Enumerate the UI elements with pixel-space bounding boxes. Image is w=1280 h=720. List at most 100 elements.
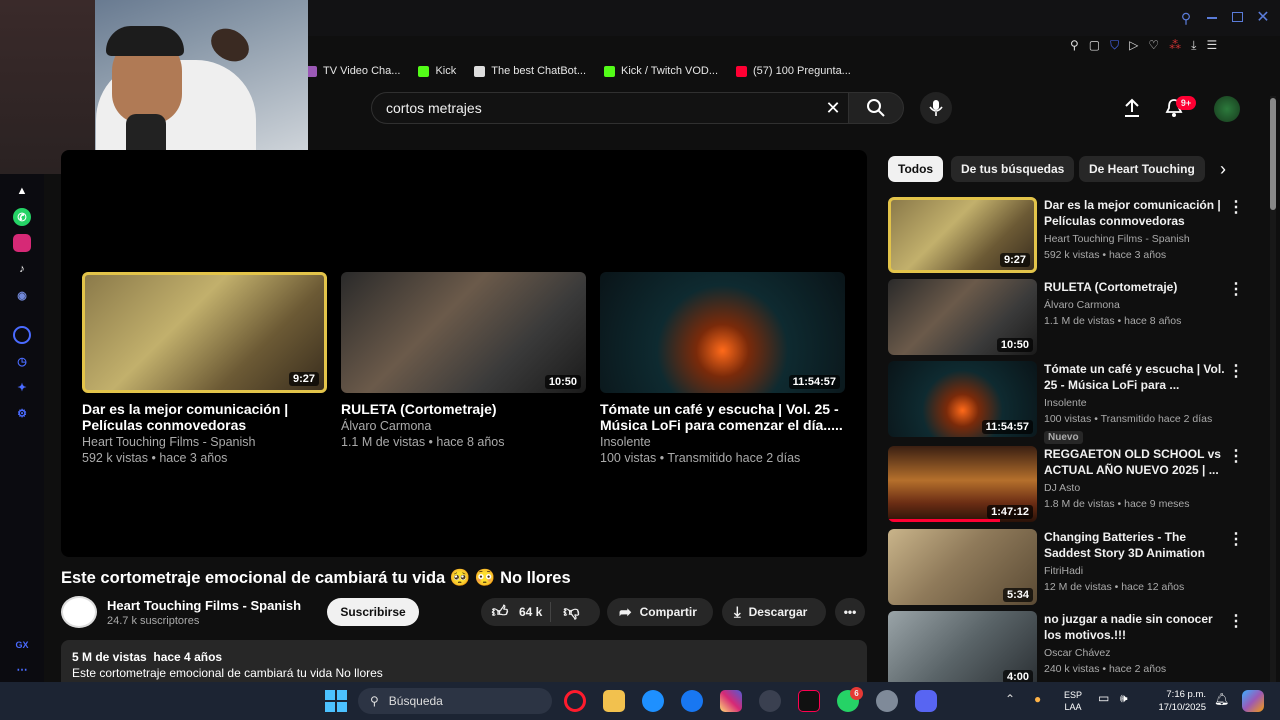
history-icon[interactable]: ◷ — [13, 352, 31, 370]
tiktok-icon[interactable]: ♪ — [13, 260, 31, 278]
chip-1[interactable]: De tus búsquedas — [951, 156, 1075, 182]
voice-search-button[interactable] — [920, 92, 952, 124]
heart-icon[interactable]: ♡ — [1148, 38, 1159, 52]
more-options-icon[interactable]: ⋮ — [1228, 197, 1244, 217]
tiktok-icon[interactable] — [798, 690, 820, 712]
play-icon[interactable]: ▷ — [1129, 38, 1138, 52]
windows-start-icon[interactable] — [325, 690, 347, 712]
description-box[interactable]: 5 M de vistas hace 4 años Este cortometr… — [61, 640, 867, 682]
avatar[interactable] — [1214, 96, 1240, 122]
related-text[interactable]: Dar es la mejor comunicación | Películas… — [1044, 197, 1230, 263]
related-title[interactable]: Dar es la mejor comunicación | Películas… — [1044, 197, 1230, 229]
related-channel[interactable]: FitriHadi — [1044, 563, 1230, 579]
close-icon[interactable]: ✕ — [1255, 8, 1271, 26]
network-icon[interactable]: ▭ — [1098, 691, 1109, 705]
related-video[interactable]: 1:47:12 REGGAETON OLD SCHOOL vs ACTUAL AÑ… — [888, 446, 1258, 522]
copilot-icon[interactable] — [1242, 690, 1264, 712]
facebook-icon[interactable] — [681, 690, 703, 712]
download-button[interactable]: ⤓ Descargar — [722, 598, 826, 626]
language-indicator[interactable]: ESP LAA — [1058, 689, 1088, 713]
settings-icon[interactable]: ⚙ — [13, 404, 31, 422]
endscreen-thumbnail[interactable]: 10:50 — [341, 272, 586, 393]
more-options-icon[interactable]: ⋮ — [1228, 611, 1244, 631]
related-title[interactable]: no juzgar a nadie sin conocer los motivo… — [1044, 611, 1230, 643]
gx-icon[interactable]: GX — [13, 636, 31, 654]
endscreen-thumbnail[interactable]: 9:27 — [82, 272, 327, 393]
related-title[interactable]: Changing Batteries - The Saddest Story 3… — [1044, 529, 1230, 561]
endscreen-channel[interactable]: Insolente — [600, 435, 845, 451]
related-video[interactable]: 9:27 Dar es la mejor comunicación | Pelíc… — [888, 197, 1258, 273]
more-options-icon[interactable]: ⋮ — [1228, 279, 1244, 299]
clear-search-icon[interactable]: ✕ — [822, 97, 844, 119]
related-video[interactable]: 11:54:57 Tómate un café y escucha | Vol. … — [888, 361, 1258, 444]
volume-icon[interactable]: 🕪︎ — [1120, 691, 1128, 706]
bookmark-item[interactable]: Kick / Twitch VOD... — [604, 65, 718, 77]
related-channel[interactable]: Heart Touching Films - Spanish — [1044, 231, 1230, 247]
related-video[interactable]: 10:50 RULETA (Cortometraje) Álvaro Carmona… — [888, 279, 1258, 355]
subscribe-button[interactable]: Suscribirse — [327, 598, 419, 626]
related-channel[interactable]: Álvaro Carmona — [1044, 297, 1230, 313]
related-title[interactable]: REGGAETON OLD SCHOOL vs ACTUAL AÑO NUEVO… — [1044, 446, 1230, 478]
more-options-icon[interactable]: ⋮ — [1228, 361, 1244, 381]
bookmark-item[interactable]: (57) 100 Pregunta... — [736, 65, 851, 77]
notification-bell-icon[interactable]: 🔔︎ — [1214, 692, 1229, 706]
extension-icon[interactable]: ⁂ — [1169, 38, 1181, 52]
settings-icon[interactable] — [876, 690, 898, 712]
related-thumbnail[interactable]: 5:34 — [888, 529, 1037, 605]
endscreen-channel[interactable]: Álvaro Carmona — [341, 419, 586, 435]
upload-button[interactable] — [1120, 96, 1144, 120]
discord-icon[interactable] — [915, 690, 937, 712]
download-icon[interactable]: ⤓ — [1191, 38, 1196, 53]
scrollbar-thumb[interactable] — [1270, 98, 1276, 210]
search-icon[interactable]: ⚲ — [1178, 10, 1194, 26]
menu-icon[interactable]: ☰ — [1206, 38, 1217, 52]
opera-gx-icon[interactable] — [564, 690, 586, 712]
dislike-icon[interactable]: 👎︎ — [551, 603, 591, 622]
related-text[interactable]: Changing Batteries - The Saddest Story 3… — [1044, 529, 1230, 595]
bookmark-item[interactable]: TV Video Cha... — [306, 65, 400, 77]
like-count[interactable]: 64 k — [519, 605, 542, 619]
channel-avatar[interactable] — [61, 596, 97, 628]
related-thumbnail[interactable]: 11:54:57 — [888, 361, 1037, 437]
endscreen-channel[interactable]: Heart Touching Films - Spanish — [82, 435, 327, 451]
taskbar-search[interactable]: ⚲ Búsqueda — [358, 688, 552, 714]
arc-icon[interactable]: ▲ — [13, 182, 31, 200]
whatsapp-icon[interactable]: ✆ — [13, 208, 31, 226]
like-icon[interactable]: 👍︎ — [481, 603, 519, 622]
clock[interactable]: 7:16 p.m. 17/10/2025 — [1146, 688, 1206, 714]
related-text[interactable]: REGGAETON OLD SCHOOL vs ACTUAL AÑO NUEVO… — [1044, 446, 1230, 512]
microphone-icon[interactable]: ● — [1034, 692, 1041, 706]
search-input[interactable]: cortos metrajes — [371, 92, 849, 124]
instagram-icon[interactable] — [720, 690, 742, 712]
endscreen-title[interactable]: Dar es la mejor comunicación | Películas… — [82, 401, 327, 433]
chevron-right-icon[interactable]: › — [1210, 156, 1236, 182]
maximize-icon[interactable] — [1232, 12, 1243, 22]
bookmark-item[interactable]: Kick — [418, 65, 456, 77]
discord-icon[interactable]: ◉ — [13, 286, 31, 304]
chip-0[interactable]: Todos — [888, 156, 944, 182]
endscreen-card[interactable]: 10:50 RULETA (Cortometraje) Álvaro Carmona… — [341, 272, 586, 450]
related-title[interactable]: RULETA (Cortometraje) — [1044, 279, 1230, 295]
extensions-icon[interactable]: ✦ — [13, 378, 31, 396]
share-button[interactable]: ➦ Compartir — [607, 598, 713, 626]
related-channel[interactable]: DJ Asto — [1044, 480, 1230, 496]
instagram-icon[interactable] — [13, 234, 31, 252]
endscreen-title[interactable]: RULETA (Cortometraje) — [341, 401, 586, 417]
edge-icon[interactable] — [642, 690, 664, 712]
endscreen-card[interactable]: 9:27 Dar es la mejor comunicación | Pelíc… — [82, 272, 327, 466]
file-explorer-icon[interactable] — [603, 690, 625, 712]
search-button[interactable] — [848, 92, 904, 124]
related-channel[interactable]: Oscar Chávez — [1044, 645, 1230, 661]
chevron-up-icon[interactable]: ⌃ — [1005, 692, 1015, 706]
more-options-icon[interactable]: ⋮ — [1228, 446, 1244, 466]
related-thumbnail[interactable]: 10:50 — [888, 279, 1037, 355]
more-icon[interactable]: ⋯ — [13, 660, 31, 678]
more-actions-button[interactable]: ••• — [835, 598, 865, 626]
endscreen-title[interactable]: Tómate un café y escucha | Vol. 25 - Mús… — [600, 401, 845, 433]
related-thumbnail[interactable]: 1:47:12 — [888, 446, 1037, 522]
target-icon[interactable] — [13, 326, 31, 344]
related-thumbnail[interactable]: 9:27 — [888, 197, 1037, 273]
related-video[interactable]: 4:00 no juzgar a nadie sin conocer los mo… — [888, 611, 1258, 687]
related-video[interactable]: 5:34 Changing Batteries - The Saddest Sto… — [888, 529, 1258, 605]
related-text[interactable]: no juzgar a nadie sin conocer los motivo… — [1044, 611, 1230, 677]
